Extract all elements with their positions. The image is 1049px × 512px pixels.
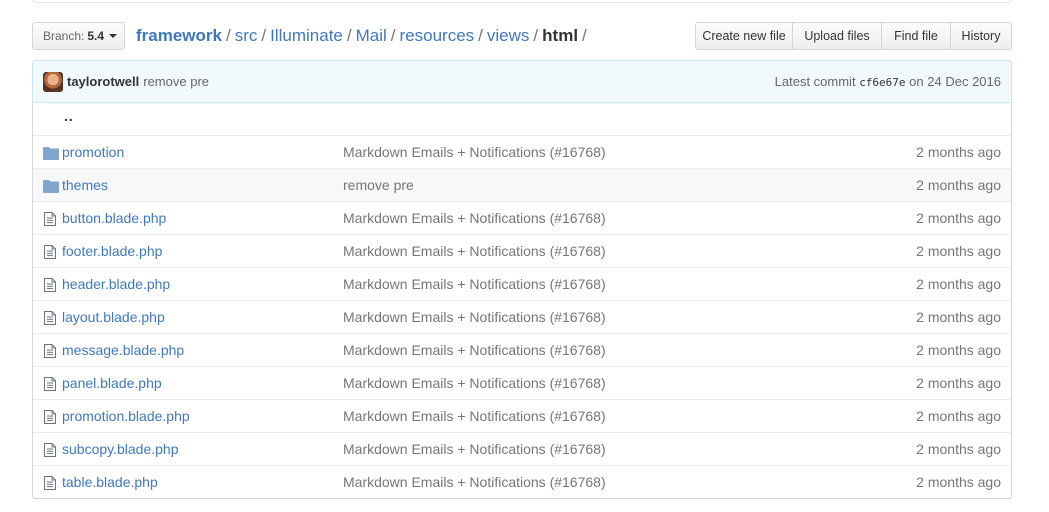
commit-sha-link[interactable]: cf6e67e <box>859 76 905 89</box>
file-icon <box>44 344 60 358</box>
commit-age: 2 months ago <box>916 375 1001 391</box>
branch-label: Branch: <box>43 29 85 43</box>
commit-message-link[interactable]: Markdown Emails + Notifications (#16768) <box>343 210 606 226</box>
commit-age: 2 months ago <box>916 276 1001 292</box>
file-row[interactable]: promotion Markdown Emails + Notifications… <box>33 135 1011 168</box>
file-icon <box>44 311 60 325</box>
file-name-link[interactable]: themes <box>62 177 108 193</box>
breadcrumb-link-mail[interactable]: Mail <box>356 26 387 45</box>
file-name-link[interactable]: message.blade.php <box>62 342 184 358</box>
breadcrumb-link-illuminate[interactable]: Illuminate <box>270 26 343 45</box>
file-row[interactable]: footer.blade.php Markdown Emails + Notifi… <box>33 234 1011 267</box>
commit-message-link[interactable]: Markdown Emails + Notifications (#16768) <box>343 276 606 292</box>
commit-message-link[interactable]: Markdown Emails + Notifications (#16768) <box>343 408 606 424</box>
parent-directory-row[interactable]: .. <box>33 102 1011 135</box>
commit-message-link[interactable]: remove pre <box>143 74 209 89</box>
file-row[interactable]: button.blade.php Markdown Emails + Notifi… <box>33 201 1011 234</box>
breadcrumb-separator: / <box>346 26 352 45</box>
file-row[interactable]: message.blade.php Markdown Emails + Notif… <box>33 333 1011 366</box>
file-icon <box>44 278 60 292</box>
create-new-file-button[interactable]: Create new file <box>695 22 793 50</box>
folder-icon <box>43 146 59 160</box>
parent-directory-link[interactable]: .. <box>64 108 74 124</box>
commit-age: 2 months ago <box>916 243 1001 259</box>
commit-author-link[interactable]: taylorotwell <box>67 74 139 89</box>
commit-message-link[interactable]: Markdown Emails + Notifications (#16768) <box>343 441 606 457</box>
file-name-link[interactable]: header.blade.php <box>62 276 170 292</box>
commit-date: 24 Dec 2016 <box>927 74 1001 89</box>
file-name-link[interactable]: button.blade.php <box>62 210 166 226</box>
branch-value: 5.4 <box>87 29 105 43</box>
file-row[interactable]: promotion.blade.php Markdown Emails + Not… <box>33 399 1011 432</box>
file-navigation: Branch: 5.4 framework / src / Illuminate / Mai… <box>32 22 1012 50</box>
commit-message-link[interactable]: Markdown Emails + Notifications (#16768) <box>343 144 606 160</box>
commit-message-link[interactable]: remove pre <box>343 177 414 193</box>
commit-meta: Latest commit cf6e67e on 24 Dec 2016 <box>775 74 1001 89</box>
file-row[interactable]: layout.blade.php Markdown Emails + Notifi… <box>33 300 1011 333</box>
file-row[interactable]: subcopy.blade.php Markdown Emails + Notif… <box>33 432 1011 465</box>
file-row[interactable]: themes remove pre 2 months ago <box>33 168 1011 201</box>
find-file-button[interactable]: Find file <box>881 22 951 50</box>
breadcrumb-separator: / <box>478 26 483 45</box>
file-icon <box>44 245 60 259</box>
file-name-link[interactable]: footer.blade.php <box>62 243 162 259</box>
commit-message-link[interactable]: Markdown Emails + Notifications (#16768) <box>343 474 606 490</box>
commit-on-label: on <box>909 74 924 89</box>
folder-icon <box>43 179 59 193</box>
file-list: .. promotion Markdown Emails + Notificati… <box>32 102 1012 499</box>
commit-age: 2 months ago <box>916 309 1001 325</box>
file-name-link[interactable]: panel.blade.php <box>62 375 162 391</box>
chevron-down-icon <box>109 34 118 38</box>
breadcrumb-current: html <box>542 26 579 45</box>
breadcrumb-repo-link[interactable]: framework <box>136 26 222 45</box>
file-icon <box>44 377 60 391</box>
previous-panel-edge <box>32 0 1012 3</box>
branch-selector-button[interactable]: Branch: 5.4 <box>32 22 125 50</box>
file-name-link[interactable]: promotion.blade.php <box>62 408 190 424</box>
commit-age: 2 months ago <box>916 144 1001 160</box>
history-button[interactable]: History <box>950 22 1012 50</box>
file-name-link[interactable]: promotion <box>62 144 124 160</box>
file-name-link[interactable]: layout.blade.php <box>62 309 165 325</box>
file-row[interactable]: table.blade.php Markdown Emails + Notific… <box>33 465 1011 498</box>
commit-age: 2 months ago <box>916 342 1001 358</box>
file-icon <box>44 443 60 457</box>
breadcrumb-link-views[interactable]: views <box>487 26 530 45</box>
commit-age: 2 months ago <box>916 408 1001 424</box>
commit-age: 2 months ago <box>916 177 1001 193</box>
latest-commit-label: Latest commit <box>774 74 856 89</box>
file-row[interactable]: header.blade.php Markdown Emails + Notifi… <box>33 267 1011 300</box>
file-actions-group: Create new file Upload files Find file H… <box>695 22 1012 50</box>
breadcrumb: framework / src / Illuminate / Mail / resources /… <box>136 24 591 48</box>
commit-age: 2 months ago <box>916 210 1001 226</box>
commit-message-link[interactable]: Markdown Emails + Notifications (#16768) <box>343 375 606 391</box>
file-name-link[interactable]: table.blade.php <box>62 474 158 490</box>
commit-message-link[interactable]: Markdown Emails + Notifications (#16768) <box>343 243 606 259</box>
upload-files-button[interactable]: Upload files <box>792 22 882 50</box>
commit-message-link[interactable]: Markdown Emails + Notifications (#16768) <box>343 309 606 325</box>
commit-age: 2 months ago <box>916 474 1001 490</box>
breadcrumb-separator: / <box>225 26 231 45</box>
commit-age: 2 months ago <box>916 441 1001 457</box>
breadcrumb-separator: / <box>261 26 267 45</box>
breadcrumb-separator: / <box>533 26 539 45</box>
file-row[interactable]: panel.blade.php Markdown Emails + Notific… <box>33 366 1011 399</box>
file-icon <box>44 410 60 424</box>
file-icon <box>44 212 60 226</box>
breadcrumb-separator: / <box>390 26 396 45</box>
breadcrumb-link-src[interactable]: src <box>235 26 258 45</box>
file-name-link[interactable]: subcopy.blade.php <box>62 441 179 457</box>
avatar[interactable] <box>43 71 63 92</box>
latest-commit-bar: taylorotwell remove pre Latest commit cf… <box>32 60 1012 103</box>
commit-message-link[interactable]: Markdown Emails + Notifications (#16768) <box>343 342 606 358</box>
breadcrumb-link-resources[interactable]: resources <box>400 26 475 45</box>
file-icon <box>44 476 60 490</box>
breadcrumb-separator: / <box>582 26 587 45</box>
